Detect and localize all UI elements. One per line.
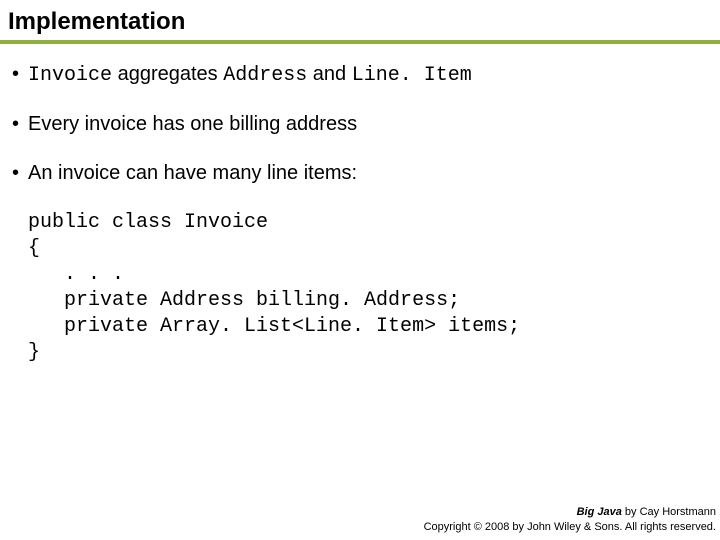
slide-body: Invoice aggregates Address and Line. Ite… [0, 44, 720, 366]
code-word-invoice: Invoice [28, 64, 112, 87]
bullet-item-1: Invoice aggregates Address and Line. Ite… [8, 62, 712, 88]
book-title: Big Java [577, 506, 622, 518]
text-and: and [307, 63, 351, 85]
code-block: public class Invoice { . . . private Add… [28, 210, 712, 366]
book-author: by Cay Horstmann [622, 506, 716, 518]
code-word-lineitem: Line. Item [352, 64, 472, 87]
bullet-item-3: An invoice can have many line items: [8, 161, 712, 186]
bullet-item-2: Every invoice has one billing address [8, 112, 712, 137]
text-aggregates: aggregates [112, 63, 223, 85]
slide-footer: Big Java by Cay Horstmann Copyright © 20… [424, 505, 716, 534]
code-word-address: Address [223, 64, 307, 87]
slide: Implementation Invoice aggregates Addres… [0, 0, 720, 540]
slide-title: Implementation [0, 0, 720, 38]
footer-line-1: Big Java by Cay Horstmann [424, 505, 716, 519]
bullet-list: Invoice aggregates Address and Line. Ite… [8, 62, 712, 186]
footer-line-2: Copyright © 2008 by John Wiley & Sons. A… [424, 520, 716, 534]
